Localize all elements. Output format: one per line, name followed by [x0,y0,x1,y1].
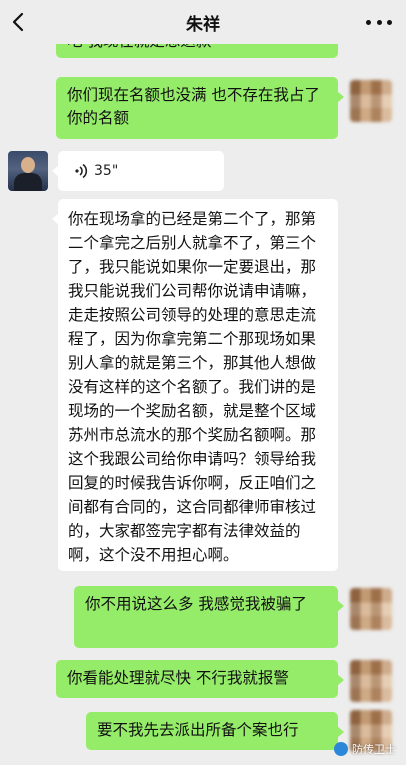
message-bubble-outgoing[interactable]: 你不用说这么多 我感觉我被骗了 [74,586,344,648]
back-button[interactable] [6,9,30,35]
message-bubble-incoming[interactable]: 你在现场拿的已经是第二个了，那第二个拿完之后别人就拿不了，第三个了，我只能说如果… [52,199,338,571]
voice-wave-icon [75,163,88,179]
message-text: 你在现场拿的已经是第二个了，那第二个拿完之后别人就拿不了，第三个了，我只能说如果… [68,210,317,564]
message-bubble-outgoing[interactable]: 你们现在名额也没满 也不存在我占了你的名额 [56,77,344,139]
watermark-logo-icon [334,742,348,756]
watermark: 防传卫士 [334,741,396,757]
message-text: 你们现在名额也没满 也不存在我占了你的名额 [67,86,320,127]
voice-duration: 35" [94,163,119,179]
self-avatar[interactable] [350,588,392,630]
message-bubble-outgoing[interactable]: 你看能处理就尽快 不行我就报警 [56,660,344,698]
self-avatar[interactable] [350,80,392,122]
message-text: 你看能处理就尽快 不行我就报警 [67,669,289,687]
self-avatar[interactable] [350,660,392,702]
more-dots-icon [366,19,371,25]
contact-avatar[interactable] [8,151,48,191]
watermark-text: 防传卫士 [352,743,396,756]
message-text: 你不用说这么多 我感觉我被骗了 [85,595,307,613]
message-bubble-outgoing[interactable]: 要不我先去派出所备个案也行 [86,712,344,750]
more-button[interactable] [366,12,392,32]
message-text: 要不我先去派出所备个案也行 [97,721,299,739]
chat-header: 朱祥 [0,0,406,44]
chevron-left-icon [12,12,24,32]
voice-message[interactable]: 35" [52,151,224,191]
chat-title: 朱祥 [186,14,220,35]
